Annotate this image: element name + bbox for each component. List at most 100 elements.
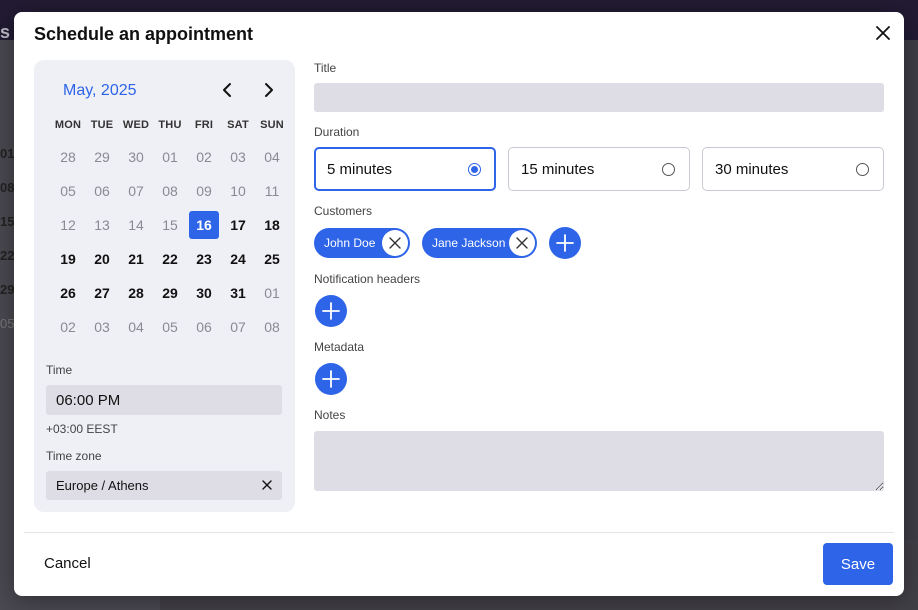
calendar-day[interactable]: 25 <box>255 242 289 276</box>
clear-timezone-icon[interactable] <box>261 479 273 491</box>
calendar-day[interactable]: 30 <box>187 276 221 310</box>
remove-customer-button[interactable] <box>382 230 408 256</box>
calendar-day[interactable]: 23 <box>187 242 221 276</box>
close-icon <box>876 26 890 40</box>
calendar-day[interactable]: 05 <box>153 310 187 344</box>
calendar-day[interactable]: 10 <box>221 174 255 208</box>
calendar-day-number: 13 <box>94 217 110 233</box>
calendar-day-number: 08 <box>264 319 280 335</box>
title-input[interactable] <box>314 83 884 112</box>
calendar-day[interactable]: 04 <box>119 310 153 344</box>
background-text-fragment: 01 <box>0 146 15 161</box>
calendar-day[interactable]: 07 <box>221 310 255 344</box>
calendar-day[interactable]: 11 <box>255 174 289 208</box>
calendar-day-number: 19 <box>60 251 76 267</box>
calendar-day-number: 17 <box>230 217 246 233</box>
calendar-day[interactable]: 26 <box>51 276 85 310</box>
customers-label: Customers <box>314 204 373 218</box>
calendar-day[interactable]: 06 <box>85 174 119 208</box>
previous-month-button[interactable] <box>215 78 239 102</box>
timezone-value: Europe / Athens <box>56 478 149 493</box>
weekday-label: SAT <box>227 119 249 131</box>
calendar-day[interactable]: 18 <box>255 208 289 242</box>
duration-option-30-minutes[interactable]: 30 minutes <box>702 147 884 191</box>
title-label: Title <box>314 61 337 75</box>
calendar-day[interactable]: 31 <box>221 276 255 310</box>
calendar-day[interactable]: 22 <box>153 242 187 276</box>
weekday-label: SUN <box>260 119 284 131</box>
calendar-day[interactable]: 09 <box>187 174 221 208</box>
calendar-day-number: 03 <box>230 149 246 165</box>
radio-unselected-icon <box>662 163 675 176</box>
calendar-day[interactable]: 07 <box>119 174 153 208</box>
background-text-fragment: 08 <box>0 180 15 195</box>
background-text-fragment: 29 <box>0 282 15 297</box>
calendar-day[interactable]: 02 <box>51 310 85 344</box>
calendar-day[interactable]: 20 <box>85 242 119 276</box>
calendar-day-number: 01 <box>264 285 280 301</box>
close-icon <box>389 237 401 249</box>
duration-option-label: 15 minutes <box>521 160 595 178</box>
calendar-day[interactable]: 04 <box>255 140 289 174</box>
calendar-day-number: 30 <box>196 285 212 301</box>
calendar-day-selected[interactable]: 16 <box>187 208 221 242</box>
calendar-day[interactable]: 02 <box>187 140 221 174</box>
calendar-day-number: 22 <box>162 251 178 267</box>
notes-textarea[interactable] <box>314 431 884 491</box>
date-time-panel: May, 2025 MON TUE WED THU FRI SAT SUN 28… <box>34 60 295 512</box>
duration-option-15-minutes[interactable]: 15 minutes <box>508 147 690 191</box>
remove-customer-button[interactable] <box>509 230 535 256</box>
calendar-day-number: 30 <box>128 149 144 165</box>
footer-divider <box>24 532 894 533</box>
calendar-day-number: 23 <box>196 251 212 267</box>
plus-icon <box>556 234 574 252</box>
close-button[interactable] <box>872 22 894 44</box>
add-customer-button[interactable] <box>549 227 581 259</box>
calendar-day-number: 04 <box>128 319 144 335</box>
calendar-day-number: 12 <box>60 217 76 233</box>
calendar-day-number: 14 <box>128 217 144 233</box>
calendar-day[interactable]: 21 <box>119 242 153 276</box>
calendar-day-number: 27 <box>94 285 110 301</box>
calendar-day[interactable]: 05 <box>51 174 85 208</box>
calendar-day[interactable]: 17 <box>221 208 255 242</box>
add-notification-header-button[interactable] <box>315 295 347 327</box>
calendar-day[interactable]: 03 <box>221 140 255 174</box>
add-metadata-button[interactable] <box>315 363 347 395</box>
calendar-day[interactable]: 01 <box>255 276 289 310</box>
time-input[interactable]: 06:00 PM <box>46 385 282 415</box>
calendar-day[interactable]: 03 <box>85 310 119 344</box>
weekday-label: THU <box>158 119 182 131</box>
calendar-day[interactable]: 19 <box>51 242 85 276</box>
cancel-button[interactable]: Cancel <box>44 555 91 572</box>
calendar-day[interactable]: 15 <box>153 208 187 242</box>
calendar-day[interactable]: 28 <box>119 276 153 310</box>
save-button[interactable]: Save <box>823 543 893 585</box>
weekday-label: WED <box>122 119 150 131</box>
duration-option-5-minutes[interactable]: 5 minutes <box>314 147 496 191</box>
calendar-day[interactable]: 29 <box>153 276 187 310</box>
calendar-day[interactable]: 12 <box>51 208 85 242</box>
calendar-day[interactable]: 29 <box>85 140 119 174</box>
weekday-label: MON <box>54 119 82 131</box>
timezone-select[interactable]: Europe / Athens <box>46 471 282 500</box>
dialog-title: Schedule an appointment <box>34 24 254 44</box>
calendar-day[interactable]: 08 <box>153 174 187 208</box>
calendar-day-number: 29 <box>94 149 110 165</box>
calendar-day-number: 31 <box>230 285 246 301</box>
next-month-button[interactable] <box>257 78 281 102</box>
duration-label: Duration <box>314 125 360 139</box>
weekday-header: MON TUE WED THU FRI SAT SUN <box>51 119 289 131</box>
calendar-day[interactable]: 28 <box>51 140 85 174</box>
calendar-day[interactable]: 06 <box>187 310 221 344</box>
calendar-day[interactable]: 01 <box>153 140 187 174</box>
calendar-day[interactable]: 24 <box>221 242 255 276</box>
time-label: Time <box>46 363 73 377</box>
calendar-day[interactable]: 08 <box>255 310 289 344</box>
calendar-day[interactable]: 27 <box>85 276 119 310</box>
calendar-day[interactable]: 14 <box>119 208 153 242</box>
calendar-day[interactable]: 13 <box>85 208 119 242</box>
customer-chip: Jane Jackson <box>422 228 537 258</box>
calendar-day[interactable]: 30 <box>119 140 153 174</box>
radio-selected-icon <box>468 163 481 176</box>
